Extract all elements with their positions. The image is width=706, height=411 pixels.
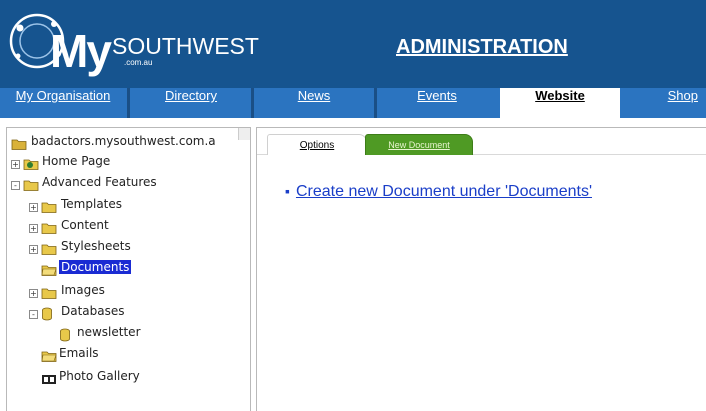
mysouthwest-logo[interactable]: My SOUTHWEST .com.au: [6, 10, 259, 80]
create-document-row: ▪ Create new Document under 'Documents': [285, 183, 592, 201]
tree-item-label: Home Page: [42, 154, 111, 168]
nav-directory[interactable]: Directory: [131, 88, 251, 118]
database-icon: [60, 328, 70, 342]
expand-icon[interactable]: +: [11, 160, 20, 169]
collapse-icon[interactable]: -: [11, 181, 20, 190]
collapse-icon[interactable]: -: [29, 310, 38, 319]
logo-southwest-text: SOUTHWEST: [112, 33, 259, 59]
tab-bar: Options New Document: [257, 128, 706, 155]
bullet-icon: ▪: [285, 183, 290, 199]
tree-item-label: Databases: [61, 304, 125, 318]
tab-options[interactable]: Options: [267, 134, 367, 155]
main-nav: My Organisation Directory News Events We…: [0, 88, 706, 118]
header-bar: My SOUTHWEST .com.au ADMINISTRATION: [0, 0, 706, 88]
expand-icon[interactable]: +: [29, 245, 38, 254]
expand-icon[interactable]: +: [29, 289, 38, 298]
expand-icon[interactable]: +: [29, 224, 38, 233]
logo-my-text: My: [50, 25, 112, 77]
page-title[interactable]: ADMINISTRATION: [396, 36, 568, 59]
tree-item-label: Advanced Features: [42, 175, 157, 189]
tree-item-label: Photo Gallery: [59, 369, 140, 383]
content-panel: Options New Document ▪ Create new Documen…: [256, 127, 706, 411]
nav-news[interactable]: News: [254, 88, 374, 118]
folder-icon: [41, 202, 57, 213]
tree-item-label: Documents: [59, 260, 132, 274]
tree-item-label: Content: [61, 218, 109, 232]
tree-item-label: Emails: [59, 346, 99, 360]
folder-icon: [41, 244, 57, 255]
logo-domain-text: .com.au: [124, 58, 153, 67]
tab-new-document[interactable]: New Document: [365, 134, 473, 155]
create-document-link[interactable]: Create new Document under 'Documents': [296, 183, 592, 200]
tree-scrollbar[interactable]: [238, 128, 250, 140]
site-tree-panel: badactors.mysouthwest.com.a + Home Page …: [6, 127, 251, 411]
expand-icon[interactable]: +: [29, 203, 38, 212]
tree-root-label: badactors.mysouthwest.com.a: [31, 134, 216, 148]
site-folder-icon: [11, 139, 27, 150]
folder-icon: [41, 288, 57, 299]
nav-events[interactable]: Events: [377, 88, 497, 118]
nav-shop[interactable]: Shop: [623, 88, 706, 118]
folder-icon: [41, 223, 57, 234]
database-icon: [42, 307, 52, 321]
tree-item-label: Images: [61, 283, 105, 297]
tree-item-label: Stylesheets: [61, 239, 131, 253]
photo-gallery-icon: [42, 375, 56, 384]
nav-my-organisation[interactable]: My Organisation: [0, 88, 126, 118]
open-folder-icon: [41, 265, 57, 276]
home-page-icon: [23, 159, 39, 170]
folder-icon: [23, 180, 39, 191]
tree-item-label: Templates: [61, 197, 123, 211]
nav-website[interactable]: Website: [500, 88, 620, 118]
tree-item-label: newsletter: [77, 325, 141, 339]
open-folder-icon: [41, 351, 57, 362]
nav-separator: [127, 88, 130, 118]
